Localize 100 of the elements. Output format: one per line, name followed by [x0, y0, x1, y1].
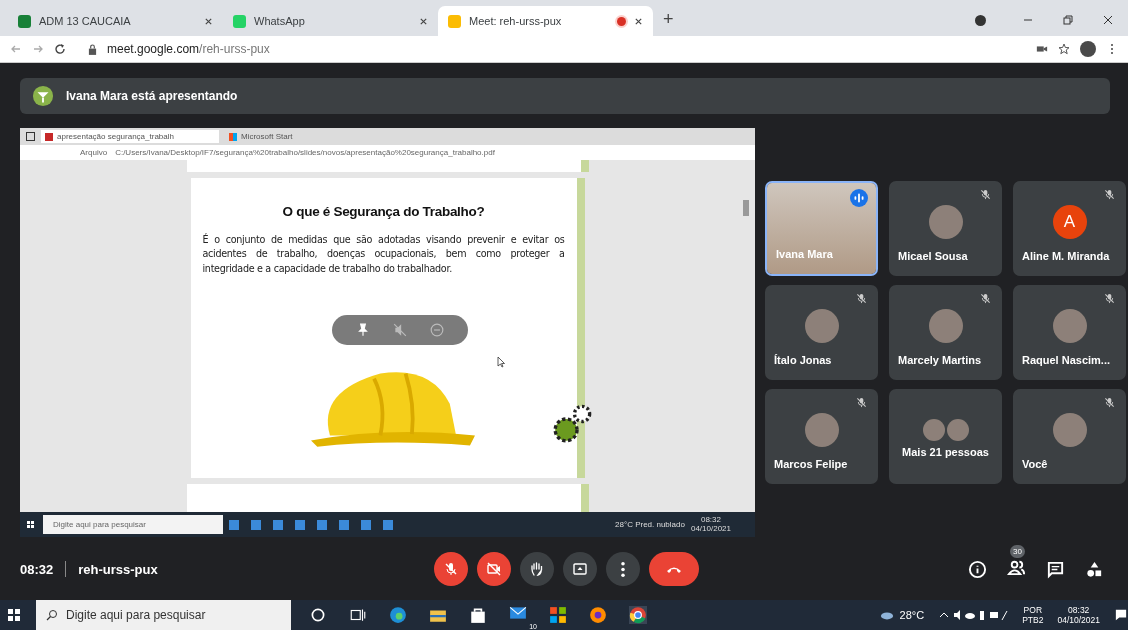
hand-icon	[528, 561, 545, 577]
avatar	[922, 418, 945, 441]
participant-name: Marcely Martins	[898, 354, 982, 366]
edge-icon[interactable]	[389, 606, 407, 624]
participant-name: Raquel Nascim...	[1022, 354, 1111, 366]
star-icon[interactable]	[1058, 43, 1070, 55]
hand-button[interactable]	[519, 552, 554, 586]
lock-icon	[88, 43, 97, 55]
mail-icon[interactable]	[509, 604, 527, 622]
info-icon[interactable]	[968, 559, 987, 579]
store-icon[interactable]	[469, 606, 487, 624]
participant-name: Você	[1022, 458, 1048, 470]
presenter-label: Ivana Mara está apresentando	[66, 89, 238, 103]
tab-title: WhatsApp	[254, 15, 306, 27]
video-camera-icon	[448, 14, 461, 28]
camera-icon[interactable]	[1036, 43, 1048, 55]
task-view-icon[interactable]	[349, 606, 367, 624]
browser-tab[interactable]: ADM 13 CAUCAIA	[8, 6, 223, 36]
keyboard-layout-text[interactable]: PTB2	[1022, 615, 1044, 626]
language-text[interactable]: POR	[1023, 604, 1043, 615]
windows-start-icon[interactable]	[8, 609, 20, 621]
pin-icon[interactable]	[355, 323, 370, 337]
temperature-text: 28°C	[899, 609, 925, 621]
avatar	[928, 308, 963, 343]
scrollbar[interactable]	[743, 200, 749, 216]
browser-tab[interactable]: Microsoft Start	[225, 130, 403, 143]
tab-actions-icon[interactable]	[26, 132, 35, 141]
reload-icon[interactable]	[54, 43, 66, 55]
avatar	[804, 412, 839, 447]
slide-title: O que é Segurança do Trabalho?	[281, 204, 486, 219]
speaking-indicator-icon	[850, 189, 868, 207]
close-icon[interactable]	[1102, 14, 1114, 26]
participant-tile[interactable]: Mais 21 pessoas	[889, 389, 1002, 484]
windows-logo-icon	[229, 132, 237, 141]
search-icon	[46, 609, 58, 621]
weather-text: 28°C Pred. nublado	[615, 520, 685, 529]
participant-count-badge: 30	[1010, 544, 1025, 558]
new-tab-button[interactable]: +	[653, 9, 684, 36]
participant-tile[interactable]: Marcely Martins	[889, 285, 1002, 380]
notifications-icon[interactable]	[1114, 609, 1128, 621]
cursor-icon	[496, 356, 505, 368]
avatar	[1052, 412, 1087, 447]
participant-tile[interactable]: Marcos Felipe	[765, 389, 878, 484]
pdf-icon	[45, 132, 53, 141]
hangup-button[interactable]	[648, 552, 699, 586]
tiles-icon[interactable]	[549, 606, 567, 624]
tab-title: Meet: reh-urss-pux	[469, 15, 563, 27]
avatar	[928, 204, 963, 239]
chrome-icon[interactable]	[629, 606, 647, 624]
present-button[interactable]	[562, 552, 597, 586]
avatar	[946, 418, 969, 441]
participant-tile[interactable]: Raquel Nascim...	[1013, 285, 1126, 380]
address-text[interactable]: C:/Users/Ivana/Desktop/IF7/segurança%20trabalho/slides/novos/apresentação%20segurança_trabalho.pdf	[115, 148, 495, 157]
activities-icon[interactable]	[1085, 559, 1104, 579]
browser-tab[interactable]: Meet: reh-urss-pux	[438, 6, 653, 36]
tab-title: Microsoft Start	[241, 132, 293, 141]
search-field[interactable]: Digite aqui para pesquisar	[36, 600, 291, 630]
address-label: Arquivo	[80, 148, 108, 157]
mic-button[interactable]	[433, 552, 468, 586]
avatar	[804, 308, 839, 343]
restore-icon[interactable]	[1062, 14, 1074, 26]
participant-tile[interactable]: Você	[1013, 389, 1126, 484]
tab-title: ADM 13 CAUCAIA	[39, 15, 132, 27]
windows-start-icon[interactable]	[27, 521, 34, 528]
cortana-icon[interactable]	[309, 606, 327, 624]
participant-tile[interactable]: Micael Sousa	[889, 181, 1002, 276]
close-icon[interactable]	[634, 16, 643, 26]
cloud-icon	[879, 609, 894, 621]
url-text[interactable]: meet.google.com/reh-urss-pux	[107, 42, 270, 56]
tab-title: apresentação segurança_trabalh	[57, 132, 174, 141]
clock-time[interactable]: 08:32	[1068, 604, 1090, 615]
participant-tile[interactable]: A Aline M. Miranda	[1013, 181, 1126, 276]
participant-tile[interactable]: Ítalo Jonas	[765, 285, 878, 380]
browser-tab[interactable]: WhatsApp	[223, 6, 438, 36]
participant-name: Aline M. Miranda	[1022, 250, 1110, 262]
system-tray-icons-drawing	[938, 609, 1009, 621]
participant-name: Ítalo Jonas	[774, 354, 832, 366]
avatar	[1052, 308, 1087, 343]
close-icon[interactable]	[204, 16, 213, 26]
camera-button[interactable]	[476, 552, 511, 586]
sheet-icon	[18, 14, 31, 28]
profile-avatar[interactable]	[1080, 41, 1096, 57]
more-options-icon	[620, 561, 625, 577]
more-button[interactable]	[605, 552, 640, 586]
close-icon[interactable]	[419, 16, 428, 26]
camera-off-icon	[485, 561, 502, 577]
letter-avatar: A	[1052, 204, 1087, 239]
meeting-time: 08:32	[20, 561, 54, 577]
clock-date[interactable]: 04/10/2021	[1057, 615, 1100, 626]
browser-tab[interactable]: apresentação segurança_trabalh	[41, 130, 219, 143]
participant-name: Marcos Felipe	[774, 458, 848, 470]
present-screen-icon	[571, 561, 588, 577]
clock-date: 04/10/2021	[690, 524, 731, 534]
participant-name: Mais 21 pessoas	[901, 446, 990, 458]
clock-time: 08:32	[700, 515, 721, 525]
participant-name: Micael Sousa	[898, 250, 968, 262]
chat-icon	[233, 14, 246, 28]
circle-app-icon[interactable]	[589, 606, 607, 624]
chat-icon[interactable]	[1046, 559, 1065, 579]
search-field[interactable]: Digite aqui para pesquisar	[43, 515, 223, 534]
